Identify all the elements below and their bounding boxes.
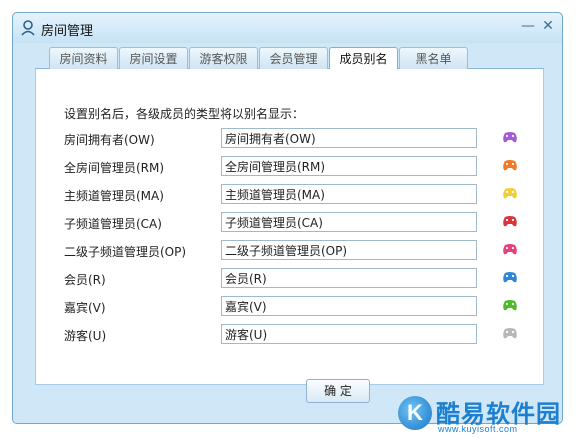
alias-input-guest-vip[interactable] bbox=[221, 296, 477, 316]
user-icon bbox=[21, 20, 35, 36]
window-title: 房间管理 bbox=[41, 24, 94, 39]
panel-description: 设置别名后，各级成员的类型将以别名显示： bbox=[64, 107, 305, 121]
alias-input-main-channel-admin[interactable] bbox=[221, 184, 477, 204]
tab-room-settings[interactable]: 房间设置 bbox=[119, 47, 188, 69]
gamepad-purple-icon bbox=[503, 132, 517, 143]
room-management-window: 房间管理 — ✕ 房间资料 房间设置 游客权限 会员管理 成员别名 黑名单 设置… bbox=[12, 12, 563, 424]
ok-button[interactable]: 确 定 bbox=[306, 379, 370, 403]
alias-input-room-manager[interactable] bbox=[221, 156, 477, 176]
watermark-url: www.kuyisoft.com bbox=[438, 424, 518, 434]
tab-room-info[interactable]: 房间资料 bbox=[49, 47, 118, 69]
tab-guest-permissions[interactable]: 游客权限 bbox=[189, 47, 258, 69]
tab-member-alias[interactable]: 成员别名 bbox=[329, 47, 398, 70]
alias-input-second-level-admin[interactable] bbox=[221, 240, 477, 260]
tab-blacklist[interactable]: 黑名单 bbox=[399, 47, 468, 69]
gamepad-gray-icon bbox=[503, 328, 517, 339]
watermark-logo: K bbox=[398, 396, 432, 430]
row-label-visitor: 游客(U) bbox=[64, 329, 107, 343]
row-label-main-channel-admin: 主频道管理员(MA) bbox=[64, 189, 164, 203]
gamepad-red-icon bbox=[503, 216, 517, 227]
member-alias-panel: 设置别名后，各级成员的类型将以别名显示： 房间拥有者(OW) 全房间管理员(RM… bbox=[35, 69, 544, 385]
gamepad-pink-icon bbox=[503, 244, 517, 255]
alias-input-visitor[interactable] bbox=[221, 324, 477, 344]
tab-member-management[interactable]: 会员管理 bbox=[259, 47, 328, 69]
alias-input-owner[interactable] bbox=[221, 128, 477, 148]
title-bar[interactable]: 房间管理 — ✕ bbox=[13, 13, 562, 43]
row-label-sub-channel-admin: 子频道管理员(CA) bbox=[64, 217, 162, 231]
alias-input-sub-channel-admin[interactable] bbox=[221, 212, 477, 232]
gamepad-orange-icon bbox=[503, 160, 517, 171]
alias-input-member[interactable] bbox=[221, 268, 477, 288]
gamepad-yellow-icon bbox=[503, 188, 517, 199]
watermark: K 酷易软件园 www.kuyisoft.com bbox=[398, 392, 577, 438]
row-label-owner: 房间拥有者(OW) bbox=[64, 133, 155, 147]
minimize-button[interactable]: — bbox=[520, 17, 536, 35]
close-button[interactable]: ✕ bbox=[540, 17, 556, 35]
gamepad-blue-icon bbox=[503, 272, 517, 283]
row-label-room-manager: 全房间管理员(RM) bbox=[64, 161, 165, 175]
row-label-member: 会员(R) bbox=[64, 273, 106, 287]
gamepad-green-icon bbox=[503, 300, 517, 311]
row-label-second-level-admin: 二级子频道管理员(OP) bbox=[64, 245, 187, 259]
row-label-guest-vip: 嘉宾(V) bbox=[64, 301, 106, 315]
